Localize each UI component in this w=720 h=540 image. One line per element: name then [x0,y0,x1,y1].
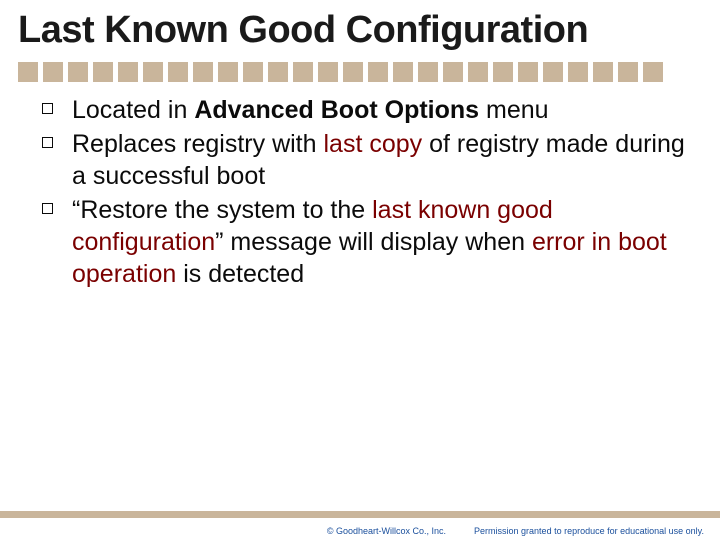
bullet-text: ” message will display when [215,228,532,256]
square-icon [493,62,513,82]
bullet-item: “Restore the system to the last known go… [42,194,690,290]
square-icon [643,62,663,82]
square-icon [593,62,613,82]
square-icon [168,62,188,82]
bullet-text: Located in [72,96,194,124]
bullet-text: Replaces registry with [72,130,323,158]
bullet-list: Located in Advanced Boot Options menu Re… [42,94,690,290]
square-icon [443,62,463,82]
square-icon [218,62,238,82]
bottom-bar [0,511,720,518]
square-icon [318,62,338,82]
square-icon [43,62,63,82]
square-icon [468,62,488,82]
bullet-item: Located in Advanced Boot Options menu [42,94,690,126]
square-icon [568,62,588,82]
square-icon [118,62,138,82]
footer: © Goodheart-Willcox Co., Inc. Permission… [0,526,720,536]
slide: Last Known Good Configuration Located i [0,0,720,540]
square-icon [268,62,288,82]
square-icon [193,62,213,82]
square-icon [368,62,388,82]
square-icon [143,62,163,82]
content-area: Located in Advanced Boot Options menu Re… [0,82,720,290]
square-icon [68,62,88,82]
slide-title: Last Known Good Configuration [0,0,720,52]
bullet-text: “Restore the system to the [72,196,372,224]
square-icon [18,62,38,82]
square-icon [243,62,263,82]
square-icon [518,62,538,82]
square-icon [293,62,313,82]
square-icon [343,62,363,82]
square-icon [543,62,563,82]
bullet-highlight: last copy [323,130,422,158]
bullet-bold: Advanced Boot Options [194,96,479,124]
square-icon [393,62,413,82]
square-icon [618,62,638,82]
square-icon [93,62,113,82]
bullet-text: menu [479,96,548,124]
bullet-item: Replaces registry with last copy of regi… [42,128,690,192]
footer-permission: Permission granted to reproduce for educ… [474,526,704,536]
square-icon [418,62,438,82]
bullet-text: is detected [176,260,304,288]
decorative-squares [0,52,720,82]
footer-copyright: © Goodheart-Willcox Co., Inc. [327,526,446,536]
